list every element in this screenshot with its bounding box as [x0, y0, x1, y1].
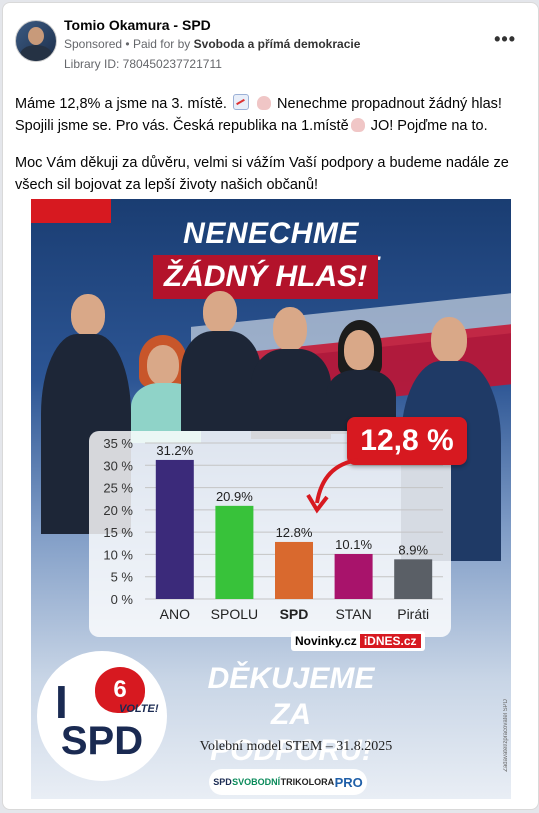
avatar-body: [20, 45, 52, 61]
bar-value-label: 20.9%: [216, 489, 253, 504]
bar-value-label: 31.2%: [156, 443, 193, 458]
logo-volte: VOLTE!: [119, 703, 159, 715]
source-idnes: iDNES.cz: [359, 634, 421, 648]
partner-logo-trikolora: TRIKOLORA: [280, 777, 335, 787]
more-options-icon[interactable]: •••: [494, 29, 516, 50]
partner-logos: SPD SVOBODNÍ TRIKOLORA PRO: [209, 769, 367, 795]
bar-spolu: [215, 505, 254, 599]
spd-campaign-logo: I 6 VOLTE! SPD: [37, 651, 167, 781]
ad-card: Tomio Okamura - SPD Sponsored • Paid for…: [2, 2, 539, 810]
bar-piráti: [394, 559, 433, 599]
thanks-line-1: DĚKUJEME ZA: [207, 662, 375, 731]
pointing-hand-emoji-icon: [257, 96, 272, 110]
person-face: [344, 330, 374, 370]
bar-ano: [155, 459, 194, 599]
y-tick-label: 30 %: [103, 458, 133, 473]
logo-spd: SPD: [60, 719, 144, 763]
post-text-part-3: JO! Pojďme na to.: [370, 118, 488, 134]
category-label: ANO: [160, 606, 190, 622]
paid-for-prefix: Paid for by: [132, 37, 191, 51]
curved-arrow-icon: [306, 458, 359, 514]
post-paragraph-1: Máme 12,8% a jsme na 3. místě. Nenechme …: [15, 93, 530, 137]
category-label: SPOLU: [211, 606, 258, 622]
dot-separator: •: [125, 37, 133, 51]
side-note: Zadavatel/zpracovatel SPD: [503, 699, 509, 772]
bar-value-label: 12.8%: [276, 525, 313, 540]
y-tick-label: 10 %: [103, 547, 133, 562]
bar-value-label: 10.1%: [335, 537, 372, 552]
y-tick-label: 20 %: [103, 503, 133, 518]
page-name[interactable]: Tomio Okamura - SPD: [64, 17, 211, 33]
ad-image[interactable]: NENECHME PROPADNOUT ŽÁDNÝ HLAS!: [31, 199, 511, 799]
person-face: [431, 317, 467, 363]
y-tick-label: 25 %: [103, 481, 133, 496]
chart-increasing-emoji-icon: [232, 94, 249, 110]
partner-logo-pro: PRO: [334, 774, 363, 790]
ad-meta: Sponsored • Paid for by Svoboda a přímá …: [64, 37, 360, 51]
person-suit: [181, 331, 261, 431]
page-avatar[interactable]: [15, 20, 57, 62]
model-caption: Volební model STEM – 31.8.2025: [199, 739, 393, 754]
person-face: [273, 307, 307, 351]
person-face: [203, 291, 237, 333]
post-text: Máme 12,8% a jsme na 3. místě. Nenechme …: [15, 93, 530, 211]
person-4: [251, 307, 331, 439]
sponsored-label: Sponsored: [64, 37, 123, 51]
y-tick-label: 5 %: [111, 570, 134, 585]
person-3: [181, 291, 261, 431]
category-label: STAN: [335, 606, 371, 622]
y-tick-label: 15 %: [103, 525, 133, 540]
person-face: [147, 345, 179, 385]
partner-logo-spd: SPD: [213, 777, 232, 787]
post-text-part-1: Máme 12,8% a jsme na 3. místě.: [15, 96, 227, 112]
pointing-hand-emoji-icon: [350, 118, 365, 132]
person-face: [71, 294, 105, 336]
spd-result-badge: 12,8 %: [347, 417, 467, 465]
library-id: Library ID: 780450237721711: [64, 57, 222, 71]
poll-source: Novinky.cz iDNES.cz: [291, 631, 425, 651]
bar-spd: [275, 541, 313, 599]
avatar-head: [28, 27, 44, 45]
bar-stan: [334, 553, 373, 599]
person-suit: [251, 349, 331, 439]
post-paragraph-2: Moc Vám děkuji za důvěru, velmi si vážím…: [15, 155, 509, 193]
category-label: Piráti: [397, 606, 429, 622]
y-tick-label: 0 %: [111, 592, 134, 607]
bar-value-label: 8.9%: [398, 542, 428, 557]
category-label: SPD: [280, 606, 309, 622]
y-tick-label: 35 %: [103, 436, 133, 451]
paid-for-by[interactable]: Svoboda a přímá demokracie: [194, 37, 361, 51]
partner-logo-svobodni: SVOBODNÍ: [232, 777, 281, 787]
source-novinky: Novinky.cz: [295, 634, 357, 648]
